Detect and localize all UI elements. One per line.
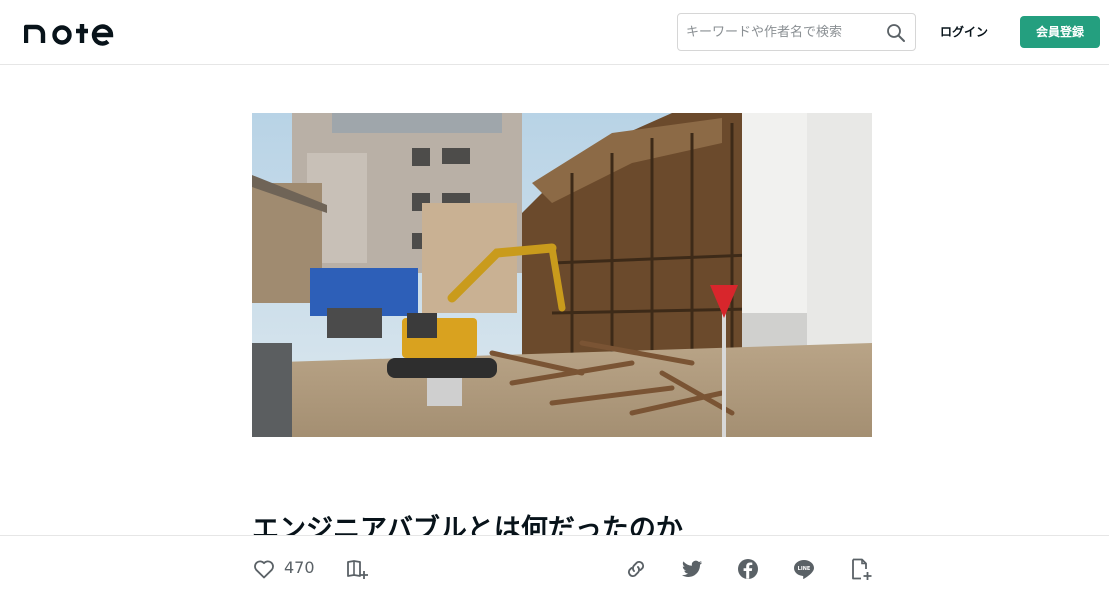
twitter-icon[interactable]: [680, 557, 704, 581]
link-icon[interactable]: [624, 557, 648, 581]
search-box: [677, 13, 916, 51]
note-add-icon[interactable]: [849, 557, 873, 581]
site-header: ログイン 会員登録: [0, 0, 1109, 65]
article-action-bar: 470 LINE: [0, 535, 1109, 600]
magazine-add-icon[interactable]: [345, 557, 369, 581]
heart-icon[interactable]: [252, 557, 276, 581]
search-icon[interactable]: [886, 23, 906, 43]
search-input[interactable]: [686, 14, 881, 50]
svg-text:LINE: LINE: [798, 566, 811, 572]
signup-button[interactable]: 会員登録: [1020, 16, 1100, 48]
note-logo[interactable]: [24, 17, 124, 47]
facebook-icon[interactable]: [736, 557, 760, 581]
login-button[interactable]: ログイン: [932, 21, 996, 43]
line-icon[interactable]: LINE: [792, 557, 816, 581]
like-count: 470: [284, 558, 315, 577]
article-hero-image: [252, 113, 872, 437]
